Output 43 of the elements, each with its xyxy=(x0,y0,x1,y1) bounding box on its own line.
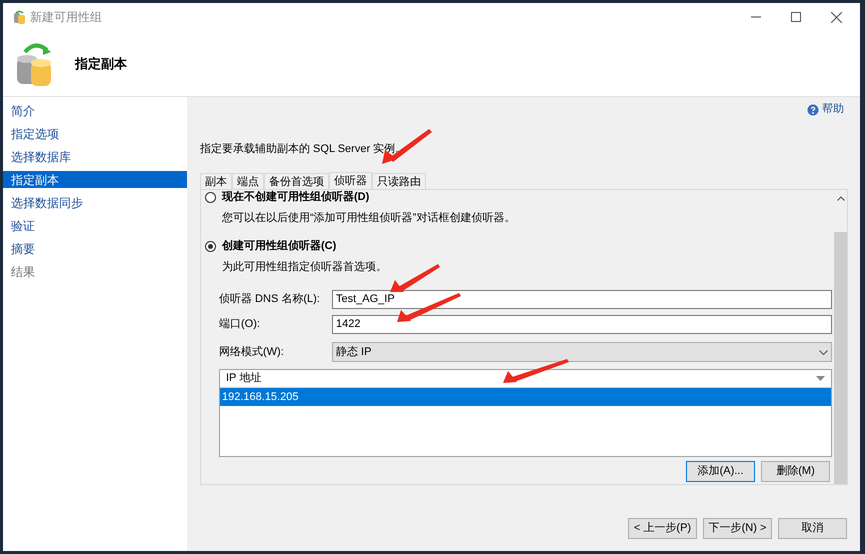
tab[interactable]: 端点 xyxy=(232,173,264,189)
dropdown-icon[interactable] xyxy=(816,376,825,381)
input-field[interactable]: Test_AG_IP xyxy=(332,290,832,308)
button[interactable]: 删除(M) xyxy=(761,461,830,482)
window-title: 新建可用性组 xyxy=(30,9,102,26)
help-link[interactable]: 帮助 xyxy=(807,103,844,116)
annotation-arrow xyxy=(503,359,569,383)
column-header: IP 地址 xyxy=(226,371,262,386)
hint-text: 您可以在以后使用“添加可用性组侦听器”对话框创建侦听器。 xyxy=(222,211,516,226)
page-title: 指定副本 xyxy=(75,54,127,73)
sidebar-item[interactable]: 摘要 xyxy=(3,240,187,257)
field-label: 端口(O): xyxy=(219,316,261,332)
annotation-arrow xyxy=(390,264,440,292)
close-icon[interactable] xyxy=(831,12,842,22)
sidebar-item[interactable]: 简介 xyxy=(3,102,187,119)
app-icon xyxy=(13,10,26,24)
dropdown[interactable]: 静态 IP xyxy=(332,342,832,362)
sidebar-item[interactable]: 验证 xyxy=(3,217,187,234)
maximize-icon[interactable] xyxy=(791,12,801,22)
tab[interactable]: 侦听器 xyxy=(329,172,372,190)
button[interactable]: < 上一步(P) xyxy=(628,518,697,539)
button[interactable]: 添加(A)... xyxy=(686,461,755,482)
field-label: 侦听器 DNS 名称(L): xyxy=(219,292,321,307)
help-icon xyxy=(807,104,819,116)
hint-text: 为此可用性组指定侦听器首选项。 xyxy=(222,260,387,275)
button[interactable]: 取消 xyxy=(778,518,847,539)
grid-row[interactable]: 192.168.15.205 xyxy=(220,388,831,406)
radio-button[interactable]: 创建可用性组侦听器(C) xyxy=(205,238,336,254)
chevron-down-icon xyxy=(819,350,828,354)
input-field[interactable]: 1422 xyxy=(332,314,832,334)
sidebar-item[interactable]: 指定副本 xyxy=(3,171,187,188)
tab[interactable]: 只读路由 xyxy=(372,173,426,189)
sidebar-item[interactable]: 选择数据库 xyxy=(3,148,187,165)
ip-address-grid[interactable]: IP 地址 192.168.15.205 xyxy=(219,369,832,457)
tab[interactable]: 副本 xyxy=(200,173,232,189)
annotation-arrow xyxy=(397,293,461,322)
sidebar-item[interactable]: 指定选项 xyxy=(3,125,187,142)
field-label: 网络模式(W): xyxy=(219,344,285,360)
tab[interactable]: 备份首选项 xyxy=(264,173,329,189)
button[interactable]: 下一步(N) > xyxy=(703,518,772,539)
radio-button[interactable]: 现在不创建可用性组侦听器(D) xyxy=(205,190,370,205)
scroll-up-icon[interactable] xyxy=(836,196,844,201)
sidebar-item[interactable]: 选择数据同步 xyxy=(3,194,187,211)
